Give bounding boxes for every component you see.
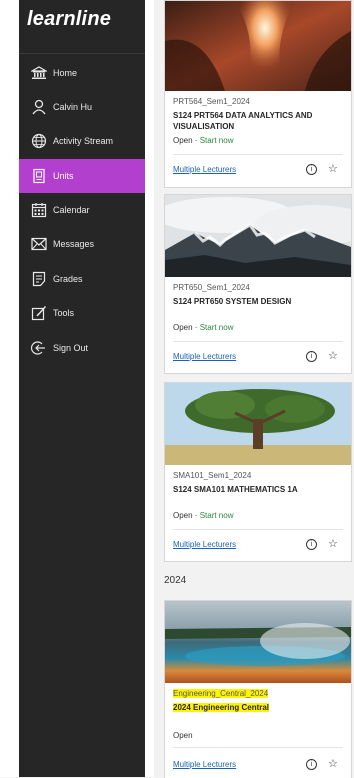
unit-code: SMA101_Sem1_2024 <box>173 471 252 480</box>
unit-title[interactable]: S124 SMA101 MATHEMATICS 1A <box>173 484 343 495</box>
unit-title[interactable]: S124 PRT564 DATA ANALYTICS AND VISUALISA… <box>173 110 343 132</box>
sidebar-item-label: Calvin Hu <box>53 102 93 112</box>
lecturers-link[interactable]: Multiple Lecturers <box>173 352 236 361</box>
lecturers-link[interactable]: Multiple Lecturers <box>173 540 236 549</box>
unit-status: Open · Start now <box>173 136 233 145</box>
sidebar-item-label: Messages <box>53 239 95 249</box>
divider <box>173 154 343 155</box>
sidebar-item-label: Calendar <box>53 205 90 215</box>
info-icon[interactable]: i <box>306 539 317 550</box>
unit-card[interactable]: Engineering_Central_2024 2024 Engineerin… <box>164 600 352 778</box>
calendar-icon <box>25 202 53 218</box>
star-icon[interactable]: ☆ <box>328 537 338 550</box>
highlighted-title: 2024 Engineering Central <box>173 703 270 712</box>
unit-card[interactable]: PRT564_Sem1_2024 S124 PRT564 DATA ANALYT… <box>164 0 352 188</box>
sidebar-item-grades[interactable]: Grades <box>19 262 145 296</box>
star-icon[interactable]: ☆ <box>328 162 338 175</box>
canyon-image <box>165 1 351 91</box>
sidebar-item-label: Activity Stream <box>53 136 114 146</box>
divider <box>19 53 145 54</box>
units-icon <box>25 168 53 184</box>
sidebar-item-home[interactable]: Home <box>19 56 145 90</box>
star-icon[interactable]: ☆ <box>328 349 338 362</box>
status-separator: · <box>192 136 200 145</box>
info-icon[interactable]: i <box>306 164 317 175</box>
unit-card[interactable]: PRT650_Sem1_2024 S124 PRT650 SYSTEM DESI… <box>164 194 352 374</box>
unit-status: Open · Start now <box>173 323 233 332</box>
unit-status: Open · Start now <box>173 511 233 520</box>
sidebar-item-tools[interactable]: Tools <box>19 296 145 330</box>
unit-title[interactable]: S124 PRT650 SYSTEM DESIGN <box>173 296 343 307</box>
hot-spring-image <box>165 601 351 683</box>
gutter <box>145 0 154 777</box>
status-text: Open <box>173 511 193 520</box>
unit-code: PRT650_Sem1_2024 <box>173 283 250 292</box>
tree-image <box>165 383 351 465</box>
learnline-logo[interactable]: learnline <box>27 8 111 31</box>
start-now-link[interactable]: Start now <box>200 323 234 332</box>
start-now-link[interactable]: Start now <box>200 511 234 520</box>
sidebar-item-profile[interactable]: Calvin Hu <box>19 90 145 124</box>
lecturers-link[interactable]: Multiple Lecturers <box>173 760 236 769</box>
tools-icon <box>25 305 53 321</box>
divider <box>173 341 343 342</box>
sidebar-item-label: Units <box>53 171 74 181</box>
divider <box>173 747 343 748</box>
units-list: PRT564_Sem1_2024 S124 PRT564 DATA ANALYT… <box>154 0 354 778</box>
unit-card[interactable]: SMA101_Sem1_2024 S124 SMA101 MATHEMATICS… <box>164 382 352 562</box>
status-text: Open <box>173 323 193 332</box>
sidebar-item-activity-stream[interactable]: Activity Stream <box>19 124 145 158</box>
unit-code: Engineering_Central_2024 <box>173 689 269 698</box>
sidebar-item-messages[interactable]: Messages <box>19 227 145 261</box>
user-icon <box>25 99 53 115</box>
sign-out-icon <box>25 340 53 356</box>
sidebar-item-label: Grades <box>53 274 83 284</box>
grades-icon <box>25 271 53 287</box>
sidebar-item-units[interactable]: Units <box>19 159 145 193</box>
sidebar-item-label: Home <box>53 68 78 78</box>
globe-icon <box>25 133 53 149</box>
unit-status: Open <box>173 731 193 740</box>
mountain-image <box>165 195 351 277</box>
unit-code: PRT564_Sem1_2024 <box>173 97 250 106</box>
unit-title[interactable]: 2024 Engineering Central <box>173 702 343 713</box>
mail-icon <box>25 237 53 251</box>
sidebar: learnline Home Calvin Hu Activity Stream… <box>19 0 145 777</box>
section-year-heading: 2024 <box>164 575 187 586</box>
divider <box>173 529 343 530</box>
info-icon[interactable]: i <box>306 351 317 362</box>
start-now-link[interactable]: Start now <box>200 136 234 145</box>
status-text: Open <box>173 136 193 145</box>
sidebar-item-calendar[interactable]: Calendar <box>19 193 145 227</box>
status-separator: · <box>192 323 200 332</box>
info-icon[interactable]: i <box>306 759 317 770</box>
star-icon[interactable]: ☆ <box>328 757 338 770</box>
status-separator: · <box>192 511 200 520</box>
sidebar-item-sign-out[interactable]: Sign Out <box>19 331 145 365</box>
lecturers-link[interactable]: Multiple Lecturers <box>173 165 236 174</box>
sidebar-item-label: Tools <box>53 308 75 318</box>
left-margin <box>0 0 19 777</box>
sidebar-item-label: Sign Out <box>53 343 89 353</box>
bank-icon <box>25 66 53 80</box>
highlighted-code: Engineering_Central_2024 <box>173 689 269 698</box>
